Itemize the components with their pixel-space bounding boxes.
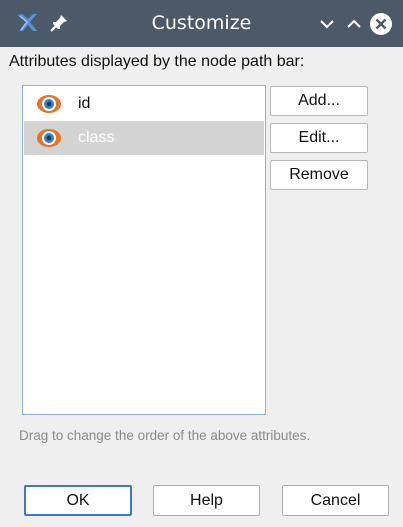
attribute-list[interactable]: id class: [22, 85, 266, 415]
drag-hint: Drag to change the order of the above at…: [19, 428, 311, 443]
remove-button[interactable]: Remove: [270, 160, 368, 190]
title-bar[interactable]: Customize: [0, 0, 403, 47]
eye-icon[interactable]: [36, 94, 62, 114]
minimize-icon[interactable]: [314, 11, 340, 37]
ok-button[interactable]: OK: [24, 485, 132, 516]
list-item-class[interactable]: class: [24, 121, 264, 155]
customize-dialog: Customize Attributes displayed by the no…: [0, 0, 403, 527]
edit-button[interactable]: Edit...: [270, 123, 368, 153]
close-icon[interactable]: [368, 11, 394, 37]
maximize-icon[interactable]: [341, 11, 367, 37]
attribute-label: class: [78, 129, 115, 146]
cancel-button[interactable]: Cancel: [282, 485, 389, 516]
eye-icon[interactable]: [36, 128, 62, 148]
help-button[interactable]: Help: [153, 485, 260, 516]
list-item-id[interactable]: id: [24, 87, 264, 121]
attribute-label: id: [78, 95, 91, 112]
add-button[interactable]: Add...: [270, 86, 368, 116]
dialog-heading: Attributes displayed by the node path ba…: [9, 53, 305, 70]
